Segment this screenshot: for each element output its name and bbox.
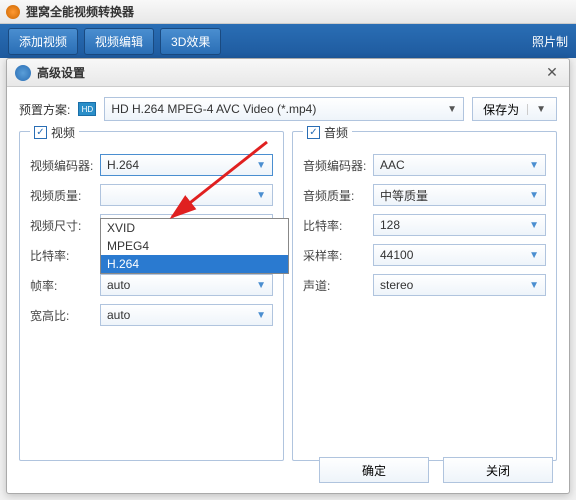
preset-value: HD H.264 MPEG-4 AVC Video (*.mp4) [111, 102, 447, 116]
video-fps-select[interactable]: auto ▼ [100, 274, 273, 296]
gear-icon [15, 65, 31, 81]
audio-checkbox[interactable]: ✓ [307, 126, 320, 139]
audio-samplerate-select[interactable]: 44100 ▼ [373, 244, 546, 266]
chevron-down-icon: ▼ [529, 250, 539, 261]
save-as-button[interactable]: 保存为 ▼ [472, 97, 557, 121]
hd-badge-icon: HD [78, 102, 96, 116]
audio-samplerate-label: 采样率: [303, 247, 373, 264]
audio-channel-select[interactable]: stereo ▼ [373, 274, 546, 296]
audio-quality-select[interactable]: 中等质量 ▼ [373, 184, 546, 206]
audio-samplerate-value: 44100 [380, 248, 529, 262]
video-size-label: 视频尺寸: [30, 217, 100, 234]
chevron-down-icon: ▼ [529, 160, 539, 171]
audio-encoder-label: 音频编码器: [303, 157, 373, 174]
video-panel-title: 视频 [51, 124, 75, 141]
audio-bitrate-value: 128 [380, 218, 529, 232]
video-edit-button[interactable]: 视频编辑 [84, 28, 154, 55]
audio-channel-label: 声道: [303, 277, 373, 294]
video-fps-value: auto [107, 278, 256, 292]
app-titlebar: 狸窝全能视频转换器 [0, 0, 576, 24]
video-aspect-label: 宽高比: [30, 307, 100, 324]
dialog-footer: 确定 关闭 [319, 457, 553, 483]
app-title: 狸窝全能视频转换器 [26, 3, 134, 20]
chevron-down-icon: ▼ [529, 190, 539, 201]
chevron-down-icon: ▼ [256, 280, 266, 291]
video-encoder-value: H.264 [107, 158, 256, 172]
video-quality-select[interactable]: ▼ [100, 184, 273, 206]
preset-label: 预置方案: [19, 101, 70, 118]
save-as-label: 保存为 [483, 101, 519, 118]
audio-quality-label: 音频质量: [303, 187, 373, 204]
audio-encoder-value: AAC [380, 158, 529, 172]
chevron-down-icon: ▼ [447, 104, 457, 115]
video-encoder-select[interactable]: H.264 ▼ [100, 154, 273, 176]
encoder-option-h264[interactable]: H.264 [101, 255, 288, 273]
encoder-option-mpeg4[interactable]: MPEG4 [101, 237, 288, 255]
audio-panel: ✓ 音频 音频编码器: AAC ▼ 音频质量: 中等质量 ▼ 比特率: [292, 131, 557, 461]
video-aspect-value: auto [107, 308, 256, 322]
chevron-down-icon: ▼ [529, 220, 539, 231]
app-logo-icon [6, 5, 20, 19]
ok-button[interactable]: 确定 [319, 457, 429, 483]
video-bitrate-label: 比特率: [30, 247, 100, 264]
audio-bitrate-label: 比特率: [303, 217, 373, 234]
close-icon[interactable]: ✕ [543, 64, 561, 82]
audio-panel-title: 音频 [324, 124, 348, 141]
audio-bitrate-select[interactable]: 128 ▼ [373, 214, 546, 236]
chevron-down-icon: ▼ [256, 310, 266, 321]
video-aspect-select[interactable]: auto ▼ [100, 304, 273, 326]
audio-encoder-select[interactable]: AAC ▼ [373, 154, 546, 176]
video-quality-label: 视频质量: [30, 187, 100, 204]
main-toolbar: 添加视频 视频编辑 3D效果 照片制 [0, 24, 576, 58]
video-panel: ✓ 视频 视频编码器: H.264 ▼ 视频质量: ▼ 视频尺寸: [19, 131, 284, 461]
chevron-down-icon: ▼ [256, 190, 266, 201]
advanced-settings-dialog: 高级设置 ✕ 预置方案: HD HD H.264 MPEG-4 AVC Vide… [6, 58, 570, 494]
preset-select[interactable]: HD H.264 MPEG-4 AVC Video (*.mp4) ▼ [104, 97, 464, 121]
chevron-down-icon: ▼ [529, 280, 539, 291]
dialog-title: 高级设置 [37, 64, 543, 81]
video-encoder-dropdown[interactable]: XVID MPEG4 H.264 [100, 218, 289, 274]
add-video-button[interactable]: 添加视频 [8, 28, 78, 55]
audio-quality-value: 中等质量 [380, 187, 529, 204]
chevron-down-icon: ▼ [256, 160, 266, 171]
3d-effect-button[interactable]: 3D效果 [160, 28, 221, 55]
encoder-option-xvid[interactable]: XVID [101, 219, 288, 237]
photo-tab[interactable]: 照片制 [532, 33, 568, 50]
dialog-header: 高级设置 ✕ [7, 59, 569, 87]
chevron-down-icon: ▼ [527, 104, 546, 115]
video-checkbox[interactable]: ✓ [34, 126, 47, 139]
video-encoder-label: 视频编码器: [30, 157, 100, 174]
preset-row: 预置方案: HD HD H.264 MPEG-4 AVC Video (*.mp… [7, 87, 569, 131]
video-fps-label: 帧率: [30, 277, 100, 294]
audio-channel-value: stereo [380, 278, 529, 292]
close-button[interactable]: 关闭 [443, 457, 553, 483]
